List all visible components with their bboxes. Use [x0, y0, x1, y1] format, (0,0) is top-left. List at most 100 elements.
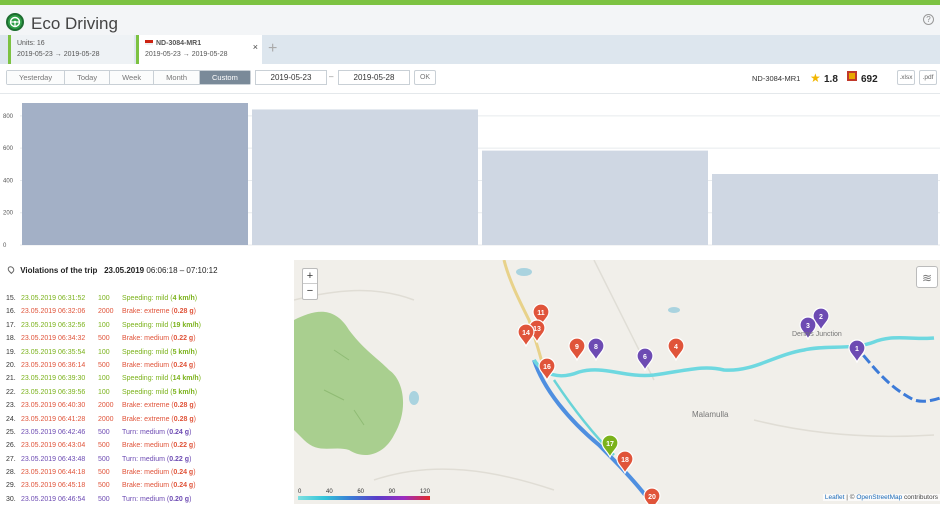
legend-tick: 90: [388, 489, 396, 495]
violation-row[interactable]: 21. 23.05.2019 06:39:30 100 Speeding: mild …: [6, 372, 291, 385]
violation-suffix: ): [193, 361, 196, 369]
leaflet-link[interactable]: Leaflet: [825, 494, 845, 501]
chart-bar[interactable]: [22, 103, 248, 245]
violation-marker[interactable]: 6: [636, 347, 654, 372]
violation-row[interactable]: 25. 23.05.2019 06:42:46 500 Turn: medium (0…: [6, 426, 291, 439]
tab-unit-report[interactable]: ND-3084-MR1 2019-05-23 → 2019-05-28 ×: [136, 35, 262, 64]
violation-row[interactable]: 16. 23.05.2019 06:32:06 2000 Brake: extreme…: [6, 305, 291, 318]
violation-penalty: 100: [98, 375, 110, 383]
date-from-input[interactable]: 2019-05-23: [255, 70, 327, 85]
violation-marker[interactable]: 18: [616, 450, 634, 475]
violation-marker[interactable]: 8: [587, 337, 605, 362]
violation-type: Brake: medium (: [122, 469, 174, 477]
trip-details: Violations of the trip 23.05.2019 06:06:…: [0, 260, 940, 524]
violation-row[interactable]: 18. 23.05.2019 06:34:32 500 Brake: medium (…: [6, 332, 291, 345]
violation-number: 24.: [6, 415, 16, 423]
marker-label: 14: [522, 330, 530, 337]
bar-chart: 0 200 400 600 800: [3, 103, 940, 249]
period-week-button[interactable]: Week: [110, 71, 155, 84]
place-label: Malamulla: [692, 410, 729, 419]
violation-marker[interactable]: 20: [643, 487, 661, 504]
violation-time: 23.05.2019 06:45:18: [21, 482, 86, 490]
export-pdf-button[interactable]: .pdf: [919, 70, 937, 85]
period-custom-button[interactable]: Custom: [200, 71, 250, 84]
marker-label: 11: [537, 310, 545, 317]
violation-marker[interactable]: 1: [848, 339, 866, 364]
period-selector: Yesterday Today Week Month Custom: [6, 70, 251, 85]
violation-number: 26.: [6, 442, 16, 450]
violation-penalty: 100: [98, 295, 110, 302]
violation-marker[interactable]: 17: [601, 434, 619, 459]
violation-row[interactable]: 26. 23.05.2019 06:43:04 500 Brake: medium (…: [6, 439, 291, 452]
violation-penalty: 500: [98, 335, 110, 343]
violation-marker[interactable]: 9: [568, 337, 586, 362]
violation-penalty: 500: [98, 428, 110, 436]
violation-penalty: 500: [98, 495, 110, 503]
violation-value: 5 km/h: [172, 388, 195, 396]
violation-row[interactable]: 29. 23.05.2019 06:45:18 500 Brake: medium (…: [6, 479, 291, 492]
marker-label: 1: [855, 346, 859, 353]
osm-link[interactable]: OpenStreetMap: [856, 494, 902, 501]
violation-type: Speeding: mild (: [122, 321, 173, 329]
violation-row[interactable]: 28. 23.05.2019 06:44:18 500 Brake: medium (…: [6, 466, 291, 479]
period-yesterday-button[interactable]: Yesterday: [7, 71, 66, 84]
violation-row[interactable]: 19. 23.05.2019 06:35:54 100 Speeding: mild …: [6, 346, 291, 359]
tab-units-report[interactable]: Units: 16 2019-05-23 → 2019-05-28: [8, 35, 134, 64]
violation-row[interactable]: 23. 23.05.2019 06:40:30 2000 Brake: extreme…: [6, 399, 291, 412]
violation-description: Speeding: mild (5 km/h): [122, 386, 197, 399]
violation-value: 0.28 g: [173, 308, 194, 316]
zoom-in-button[interactable]: +: [303, 269, 317, 284]
zoom-out-button[interactable]: −: [303, 284, 317, 299]
star-icon: ★: [810, 71, 821, 85]
violation-description: Brake: medium (0.24 g): [122, 479, 196, 492]
violation-description: Brake: medium (0.24 g): [122, 359, 196, 372]
date-to-input[interactable]: 2019-05-28: [338, 70, 410, 85]
chart-bar[interactable]: [482, 150, 708, 245]
violation-description: Speeding: mild (14 km/h): [122, 372, 201, 385]
violation-description: Brake: extreme (0.28 g): [122, 305, 196, 318]
violation-type: Speeding: mild (: [122, 375, 173, 383]
violation-value: 0.28 g: [173, 415, 194, 423]
trip-map[interactable]: 1 2 3 4 6 8 9 11 13 14 16 17 18 20 Malamulla Dennis J…: [294, 260, 940, 504]
unit-name: ND-3084-MR1: [752, 74, 801, 83]
violation-number: 27.: [6, 455, 16, 463]
help-icon[interactable]: ?: [923, 14, 934, 25]
violation-row[interactable]: 15. 23.05.2019 06:31:52 100 Speeding: mild …: [6, 292, 291, 305]
tab-title: Units: 16: [17, 40, 45, 47]
chart-bar[interactable]: [252, 109, 478, 245]
export-xlsx-button[interactable]: .xlsx: [897, 70, 915, 85]
violation-number: 20.: [6, 361, 16, 369]
violation-suffix: ): [193, 402, 196, 410]
violation-row[interactable]: 22. 23.05.2019 06:39:56 100 Speeding: mild …: [6, 386, 291, 399]
violation-row[interactable]: 30. 23.05.2019 06:46:54 500 Turn: medium (0…: [6, 493, 291, 506]
violation-time: 23.05.2019 06:42:46: [21, 428, 86, 436]
penalty-points-icon: [847, 71, 857, 81]
date-range-separator: –: [329, 72, 334, 81]
violation-suffix: ): [198, 321, 202, 329]
violation-row[interactable]: 27. 23.05.2019 06:43:48 500 Turn: medium (0…: [6, 453, 291, 466]
layers-icon[interactable]: ≋: [916, 266, 938, 288]
violation-marker[interactable]: 14: [517, 323, 535, 348]
penalty-points-value: 692: [861, 74, 878, 85]
violation-row[interactable]: 24. 23.05.2019 06:41:28 2000 Brake: extreme…: [6, 413, 291, 426]
violation-description: Speeding: mild (4 km/h): [122, 292, 197, 305]
violation-row[interactable]: 17. 23.05.2019 06:32:56 100 Speeding: mild …: [6, 319, 291, 332]
tab-date-range: 2019-05-23 → 2019-05-28: [145, 51, 228, 58]
violation-type: Turn: medium (: [122, 455, 170, 463]
period-month-button[interactable]: Month: [154, 71, 201, 84]
speed-legend: 0 40 60 90 120: [298, 489, 430, 500]
violation-value: 19 km/h: [172, 321, 199, 329]
violation-marker[interactable]: 4: [667, 337, 685, 362]
close-icon[interactable]: ×: [253, 42, 258, 52]
chart-bar[interactable]: [712, 174, 938, 245]
marker-label: 2: [819, 314, 823, 321]
period-today-button[interactable]: Today: [65, 71, 111, 84]
violation-suffix: ): [189, 455, 192, 463]
y-tick-label: 200: [3, 211, 14, 217]
ok-button[interactable]: OK: [414, 70, 436, 85]
violation-description: Brake: medium (0.22 g): [122, 332, 196, 345]
add-tab-button[interactable]: +: [268, 40, 277, 58]
violation-description: Turn: medium (0.24 g): [122, 426, 191, 439]
zoom-control: + −: [302, 268, 318, 300]
violation-row[interactable]: 20. 23.05.2019 06:36:14 500 Brake: medium (…: [6, 359, 291, 372]
